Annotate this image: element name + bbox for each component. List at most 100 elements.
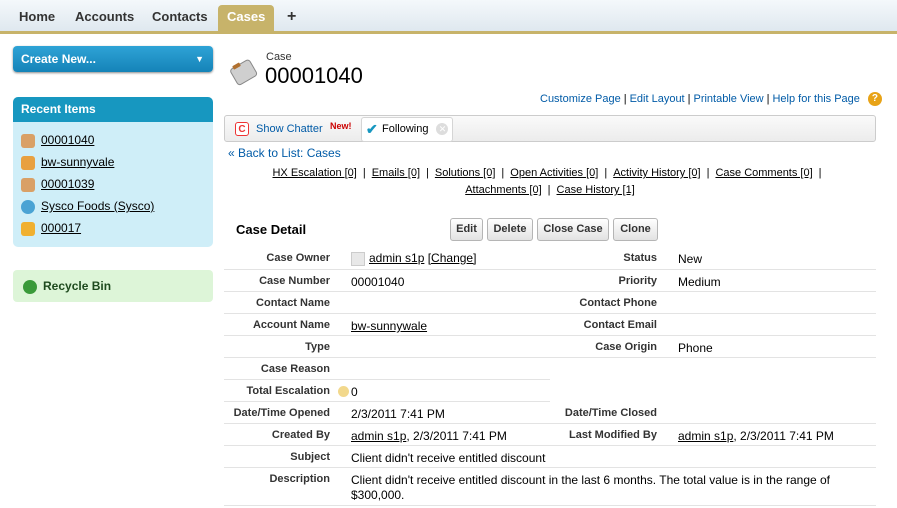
edit-layout-link[interactable]: Edit Layout [630, 93, 685, 105]
tab-cases[interactable]: Cases [218, 5, 275, 31]
recent-item-link[interactable]: Sysco Foods (Sysco) [41, 199, 154, 213]
type-label: Type [305, 341, 330, 353]
case-detail-title: Case Detail [236, 222, 307, 237]
avatar [351, 251, 365, 266]
row-divider [224, 357, 876, 358]
chevron-down-icon: ▼ [195, 54, 204, 64]
clone-button[interactable]: Clone [613, 218, 658, 241]
priority-label: Priority [618, 275, 657, 287]
help-icon[interactable]: ? [867, 92, 882, 106]
last-modified-by-value: admin s1p, 2/3/2011 7:41 PM [678, 429, 834, 443]
created-by-date: , 2/3/2011 7:41 PM [406, 429, 507, 443]
recent-item-link[interactable]: 00001039 [41, 177, 94, 191]
recent-item-link[interactable]: 000017 [41, 221, 81, 235]
related-link-activity-history[interactable]: Activity History [0] [613, 167, 700, 179]
related-link-emails[interactable]: Emails [0] [372, 167, 420, 179]
chatter-icon: C [235, 122, 249, 136]
change-owner-link[interactable]: [Change] [428, 251, 477, 265]
last-modified-by-label: Last Modified By [568, 429, 657, 441]
related-link-attachments[interactable]: Attachments [0] [465, 184, 541, 196]
related-link-case-history[interactable]: Case History [1] [557, 184, 635, 196]
recent-item-link[interactable]: 00001040 [41, 133, 94, 147]
contact-email-label: Contact Email [583, 319, 657, 331]
total-escalation-label: Total Escalation [246, 385, 330, 397]
delete-button[interactable]: Delete [487, 218, 533, 241]
recent-item-link[interactable]: bw-sunnyvale [41, 155, 114, 169]
recent-item[interactable]: 00001039 [21, 176, 94, 192]
check-icon: ✔ [366, 121, 378, 137]
following-toggle[interactable]: ✔ Following ✕ [361, 117, 454, 142]
related-list-links: HX Escalation [0] | Emails [0] | Solutions [… [272, 167, 822, 196]
info-icon[interactable] [338, 386, 349, 397]
contact-name-label: Contact Name [256, 297, 330, 309]
account-name-label: Account Name [252, 319, 330, 331]
row-divider [224, 269, 876, 270]
status-value: New [678, 252, 703, 266]
case-reason-label: Case Reason [260, 363, 330, 375]
case-icon [21, 133, 35, 148]
new-badge: New! [330, 121, 352, 131]
created-by-link[interactable]: admin s1p [351, 429, 406, 443]
description-value: Client didn't receive entitled discount … [351, 473, 831, 502]
case-origin-value: Phone [678, 341, 713, 355]
created-by-value: admin s1p, 2/3/2011 7:41 PM [351, 429, 507, 443]
recent-item[interactable]: Sysco Foods (Sysco) [21, 198, 154, 214]
close-case-button[interactable]: Close Case [537, 218, 609, 241]
top-tab-bar: Home Accounts Contacts Cases + [0, 0, 897, 34]
row-divider [224, 467, 876, 468]
row-divider [224, 335, 876, 336]
back-to-list-link[interactable]: « Back to List: Cases [228, 146, 341, 160]
case-owner-label: Case Owner [266, 252, 330, 264]
case-owner-link[interactable]: admin s1p [369, 251, 424, 265]
recycle-bin-link[interactable]: Recycle Bin [13, 270, 213, 302]
recent-item[interactable]: 000017 [21, 220, 81, 236]
tab-home[interactable]: Home [10, 5, 64, 31]
created-by-label: Created By [271, 429, 330, 441]
object-type-label: Case [266, 51, 292, 63]
subject-value: Client didn't receive entitled discount [351, 451, 546, 465]
account-name-link[interactable]: bw-sunnywale [351, 319, 427, 333]
case-origin-label: Case Origin [595, 341, 657, 353]
case-record-icon [230, 59, 258, 86]
show-chatter-link[interactable]: Show Chatter [256, 123, 323, 135]
case-number-value: 00001040 [351, 275, 405, 289]
last-modified-by-link[interactable]: admin s1p [678, 429, 733, 443]
related-link-solutions[interactable]: Solutions [0] [435, 167, 496, 179]
globe-icon [21, 199, 35, 214]
close-icon[interactable]: ✕ [436, 123, 449, 135]
recent-item[interactable]: 00001040 [21, 132, 94, 148]
page-title: 00001040 [265, 63, 363, 88]
account-icon [21, 155, 35, 170]
total-escalation-value: 0 [351, 385, 358, 399]
account-name-value: bw-sunnywale [351, 319, 427, 333]
printable-view-link[interactable]: Printable View [693, 93, 763, 105]
edit-button[interactable]: Edit [450, 218, 483, 241]
related-link-hx-escalation[interactable]: HX Escalation [0] [272, 167, 356, 179]
contact-phone-label: Contact Phone [579, 297, 657, 309]
create-new-menu[interactable]: Create New... ▼ [13, 46, 213, 72]
help-for-page-link[interactable]: Help for this Page [772, 93, 859, 105]
case-owner-value: admin s1p [Change] [351, 251, 476, 266]
customize-page-link[interactable]: Customize Page [540, 93, 621, 105]
row-divider [224, 379, 550, 380]
date-time-closed-label: Date/Time Closed [564, 407, 657, 419]
row-divider [224, 401, 550, 402]
tab-contacts[interactable]: Contacts [143, 5, 217, 31]
chatter-bar: C Show Chatter New! ✔ Following ✕ [224, 115, 876, 142]
recycle-bin-icon [23, 279, 37, 294]
related-link-case-comments[interactable]: Case Comments [0] [715, 167, 812, 179]
recent-item[interactable]: bw-sunnyvale [21, 154, 114, 170]
date-time-opened-value: 2/3/2011 7:41 PM [351, 407, 445, 421]
subject-label: Subject [290, 451, 330, 463]
case-icon [21, 177, 35, 192]
row-divider [224, 291, 876, 292]
add-tab-button[interactable]: + [278, 5, 305, 31]
status-label: Status [623, 252, 657, 264]
related-link-open-activities[interactable]: Open Activities [0] [510, 167, 598, 179]
row-divider [224, 423, 876, 424]
date-time-opened-label: Date/Time Opened [233, 407, 330, 419]
row-divider [224, 505, 876, 506]
last-modified-date: , 2/3/2011 7:41 PM [733, 429, 834, 443]
tab-accounts[interactable]: Accounts [66, 5, 143, 31]
recycle-bin-label: Recycle Bin [43, 279, 112, 293]
